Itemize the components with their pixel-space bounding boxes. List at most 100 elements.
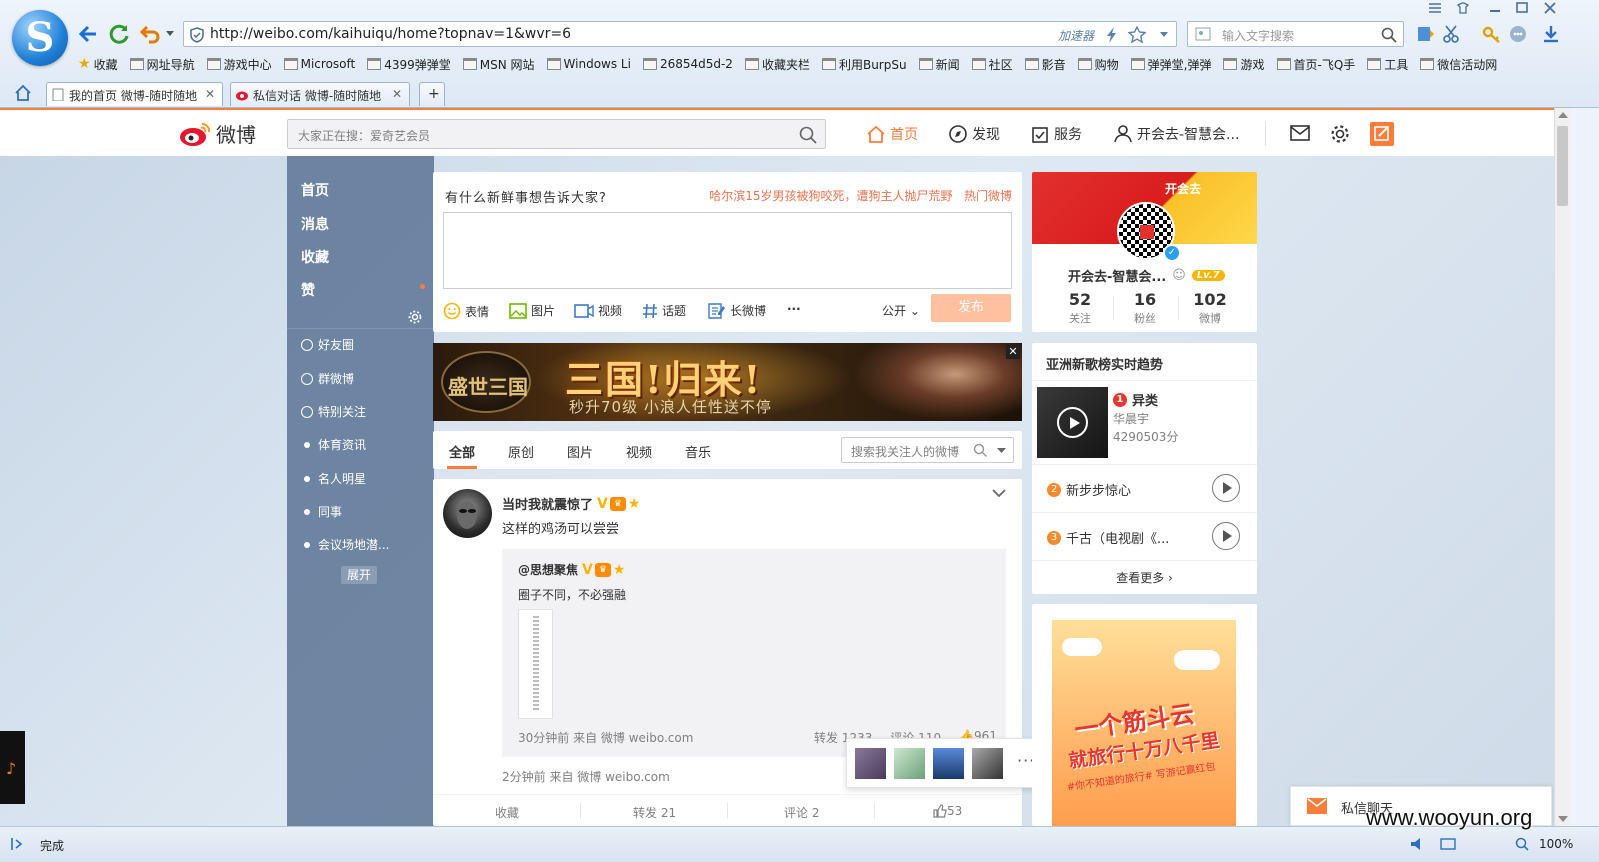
menu-icon[interactable]	[1428, 2, 1442, 14]
search-icon[interactable]	[973, 443, 987, 457]
level-badge[interactable]: Lv.7	[1191, 270, 1225, 281]
bookmark-item[interactable]: Windows Li	[546, 54, 631, 74]
song-artist[interactable]: 华晨宇	[1113, 410, 1149, 427]
mail-icon[interactable]	[1290, 125, 1310, 141]
sidebar-item-messages[interactable]: 消息	[301, 214, 329, 234]
sidebar-group-colleagues[interactable]: 同事	[301, 503, 342, 520]
post-author-name[interactable]: 当时我就震惊了	[502, 494, 593, 513]
url-dropdown-icon[interactable]	[1160, 32, 1168, 38]
hot-topic-link[interactable]: 哈尔滨15岁男孩被狗咬死，遭狗主人抛尸荒野 热门微博	[709, 187, 1012, 204]
weibo-search-input[interactable]: 大家正在搜：爱奇艺会员	[287, 119, 826, 149]
close-icon[interactable]: ✕	[1006, 345, 1020, 359]
liker-avatar[interactable]	[894, 748, 925, 779]
network-icon[interactable]	[1440, 837, 1456, 851]
bookmark-item[interactable]: 影音	[1024, 54, 1066, 74]
tab-home[interactable]: 我的首页 微博-随时随地 ✕	[46, 82, 223, 106]
liker-avatar[interactable]	[933, 748, 964, 779]
forward-button[interactable]: 转发 21	[633, 804, 676, 821]
play-icon[interactable]	[1057, 407, 1088, 438]
visibility-select[interactable]: 公开 ⌄	[882, 302, 920, 319]
extension-icon[interactable]	[1508, 24, 1528, 44]
stat-weibo[interactable]: 102 微博	[1179, 290, 1241, 326]
bookmark-item[interactable]: ★ 收藏	[78, 54, 118, 74]
bookmark-item[interactable]: 26854d5d-2	[642, 54, 733, 74]
sidebar-group-sports[interactable]: 体育资讯	[301, 436, 366, 453]
repost-image-thumbnail[interactable]	[518, 609, 553, 719]
more-tools-button[interactable]: ···	[787, 302, 801, 316]
comment-button[interactable]: 评论 2	[784, 804, 819, 821]
sidebar-toggle-icon[interactable]	[10, 837, 26, 851]
liker-avatar[interactable]	[855, 748, 886, 779]
profile-name-text[interactable]: 开会去-智慧会...	[1068, 266, 1166, 285]
tab-close-icon[interactable]: ✕	[392, 87, 402, 101]
close-window-icon[interactable]	[1543, 2, 1557, 14]
home-icon[interactable]	[14, 84, 32, 102]
hot-topic-text[interactable]: 哈尔滨15岁男孩被狗咬死，遭狗主人抛尸荒野	[709, 189, 952, 203]
post-author[interactable]: 当时我就震惊了 V ♛ ★	[502, 494, 640, 514]
bookmark-item[interactable]: 微信活动网	[1420, 54, 1497, 74]
play-icon[interactable]	[1212, 474, 1240, 502]
weibo-logo[interactable]: 微博	[178, 119, 256, 148]
expand-button[interactable]: 展开	[341, 566, 377, 584]
new-tab-button[interactable]: +	[419, 82, 445, 106]
repost-author-name[interactable]: @思想聚焦	[518, 561, 578, 578]
topic-button[interactable]: 话题	[642, 302, 686, 319]
sidebar-item-likes[interactable]: 赞	[301, 280, 315, 300]
song-3[interactable]: 3 千古（电视剧《...	[1047, 528, 1169, 547]
music-player-widget[interactable]: ♪	[0, 731, 25, 804]
bookmark-item[interactable]: 首页-飞Q手	[1276, 54, 1355, 74]
back-icon[interactable]	[76, 22, 100, 46]
nav-user[interactable]: 开会去-智慧会...	[1113, 124, 1239, 144]
long-weibo-button[interactable]: 长微博	[708, 302, 766, 319]
bookmark-item[interactable]: MSN 网站	[462, 54, 535, 74]
sidebar-group-group-weibo[interactable]: 群微博	[301, 370, 354, 387]
compose-button[interactable]	[1370, 122, 1394, 146]
bookmark-item[interactable]: 社区	[971, 54, 1013, 74]
gear-icon[interactable]	[1330, 124, 1350, 144]
song-1[interactable]: 1 异类	[1113, 390, 1158, 409]
stat-fans[interactable]: 16 粉丝	[1114, 290, 1176, 326]
sidebar-group-celebrities[interactable]: 名人明星	[301, 470, 366, 487]
bookmark-item[interactable]: 弹弹堂,弹弹	[1130, 54, 1211, 74]
tab-original[interactable]: 原创	[508, 442, 534, 461]
hot-weibo-link[interactable]: 热门微博	[964, 189, 1012, 203]
bookmark-item[interactable]: 工具	[1367, 54, 1408, 74]
composer-textarea[interactable]	[443, 212, 1012, 289]
nav-discover[interactable]: 发现	[948, 124, 1000, 144]
bookmark-item[interactable]: Microsoft	[283, 54, 355, 74]
sidebar-group-venues[interactable]: 会议场地潜...	[301, 536, 389, 553]
image-button[interactable]: 图片	[509, 302, 555, 319]
bookmark-item[interactable]: 4399弹弹堂	[367, 54, 451, 74]
translate-icon[interactable]	[1416, 24, 1436, 44]
tab-pictures[interactable]: 图片	[567, 442, 593, 461]
bookmark-item[interactable]: 购物	[1077, 54, 1119, 74]
collect-button[interactable]: 收藏	[495, 804, 519, 821]
like-button[interactable]: 53	[933, 804, 962, 818]
chevron-down-icon[interactable]	[997, 448, 1006, 454]
song-name[interactable]: 异类	[1132, 390, 1158, 409]
lightning-icon[interactable]	[1106, 27, 1118, 43]
song-2[interactable]: 2 新步步惊心	[1047, 480, 1131, 499]
minimize-icon[interactable]	[1488, 2, 1502, 14]
song-name[interactable]: 新步步惊心	[1066, 480, 1131, 499]
search-engine-icon[interactable]	[1195, 27, 1213, 43]
video-button[interactable]: 视频	[574, 302, 622, 319]
search-icon[interactable]	[1381, 27, 1397, 43]
bookmark-item[interactable]: 游戏	[1223, 54, 1265, 74]
tab-videos[interactable]: 视频	[626, 442, 652, 461]
address-bar[interactable]: http://weibo.com/kaihuiqu/home?topnav=1&…	[183, 21, 1177, 47]
view-more-link[interactable]: 查看更多 ›	[1032, 569, 1257, 586]
maximize-icon[interactable]	[1515, 2, 1529, 14]
publish-button[interactable]: 发布	[931, 294, 1011, 322]
skin-icon[interactable]	[1456, 2, 1470, 14]
scroll-thumb[interactable]	[1557, 126, 1568, 206]
accelerator-label[interactable]: 加速器	[1058, 27, 1094, 44]
url-text[interactable]: http://weibo.com/kaihuiqu/home?topnav=1&…	[210, 26, 571, 42]
chevron-down-icon[interactable]	[992, 489, 1006, 498]
travel-ad-card[interactable]: 一个筋斗云 就旅行十万八千里 #你不知道的旅行# 写游记赢红包	[1032, 604, 1257, 826]
bookmark-item[interactable]: 收藏夹栏	[744, 54, 810, 74]
bookmark-item[interactable]: 游戏中心	[206, 54, 272, 74]
tab-all[interactable]: 全部	[449, 442, 475, 461]
liker-avatar[interactable]	[972, 748, 1003, 779]
album-cover[interactable]	[1037, 387, 1108, 458]
